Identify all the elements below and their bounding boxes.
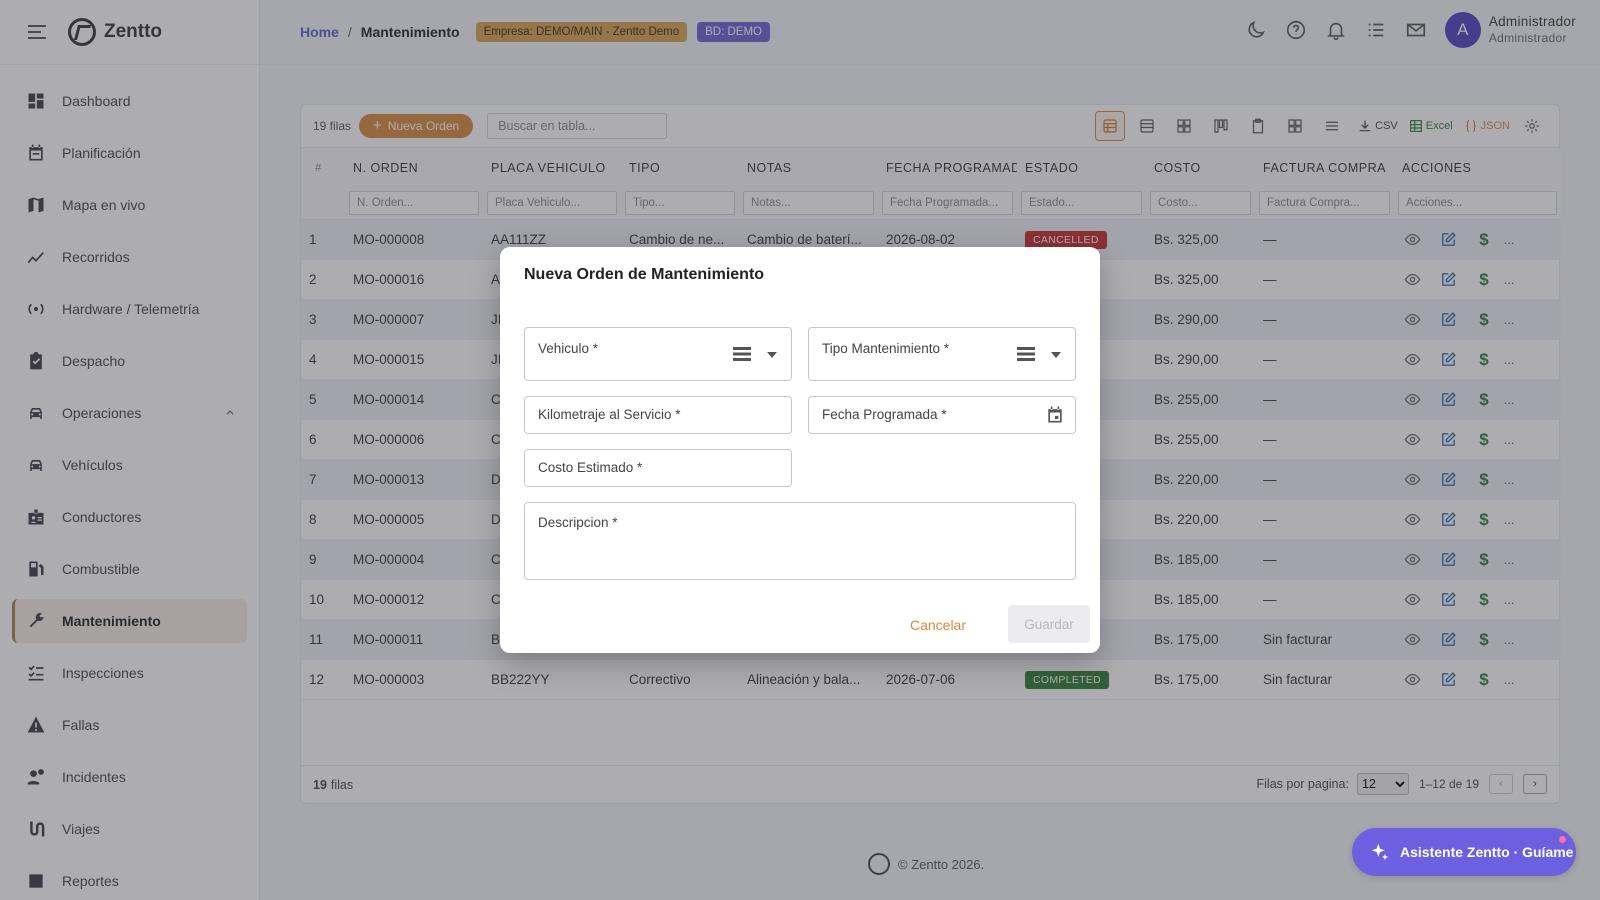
dropdown-arrow-icon[interactable] [1051, 352, 1061, 358]
descripcion-label: Descripcion * [538, 515, 618, 530]
calendar-icon[interactable] [1045, 405, 1065, 425]
tipo-mantenimiento-label: Tipo Mantenimiento * [822, 341, 950, 356]
assistant-label: Asistente Zentto · Guíame [1400, 844, 1574, 860]
kilometraje-label: Kilometraje al Servicio * [538, 407, 681, 422]
costo-estimado-input[interactable]: Costo Estimado * [524, 449, 792, 487]
tipo-mantenimiento-select[interactable]: Tipo Mantenimiento * [808, 327, 1076, 381]
costo-estimado-label: Costo Estimado * [538, 460, 643, 475]
assistant-notification-dot [1559, 836, 1566, 843]
fecha-programada-label: Fecha Programada * [822, 407, 947, 422]
dropdown-arrow-icon[interactable] [767, 352, 777, 358]
save-button[interactable]: Guardar [1008, 605, 1090, 643]
cancel-button[interactable]: Cancelar [910, 617, 966, 633]
list-icon[interactable] [1017, 346, 1035, 362]
vehiculo-label: Vehiculo * [538, 341, 599, 356]
list-icon[interactable] [733, 346, 751, 362]
vehiculo-select[interactable]: Vehiculo * [524, 327, 792, 381]
dialog-title: Nueva Orden de Mantenimiento [524, 266, 765, 283]
kilometraje-input[interactable]: Kilometraje al Servicio * [524, 396, 792, 434]
descripcion-textarea[interactable]: Descripcion * [524, 502, 1076, 580]
fecha-programada-input[interactable]: Fecha Programada * [808, 396, 1076, 434]
new-maintenance-order-dialog: Nueva Orden de Mantenimiento Vehiculo * … [500, 247, 1100, 653]
sparkle-icon [1371, 843, 1389, 861]
assistant-button[interactable]: Asistente Zentto · Guíame [1352, 828, 1576, 876]
